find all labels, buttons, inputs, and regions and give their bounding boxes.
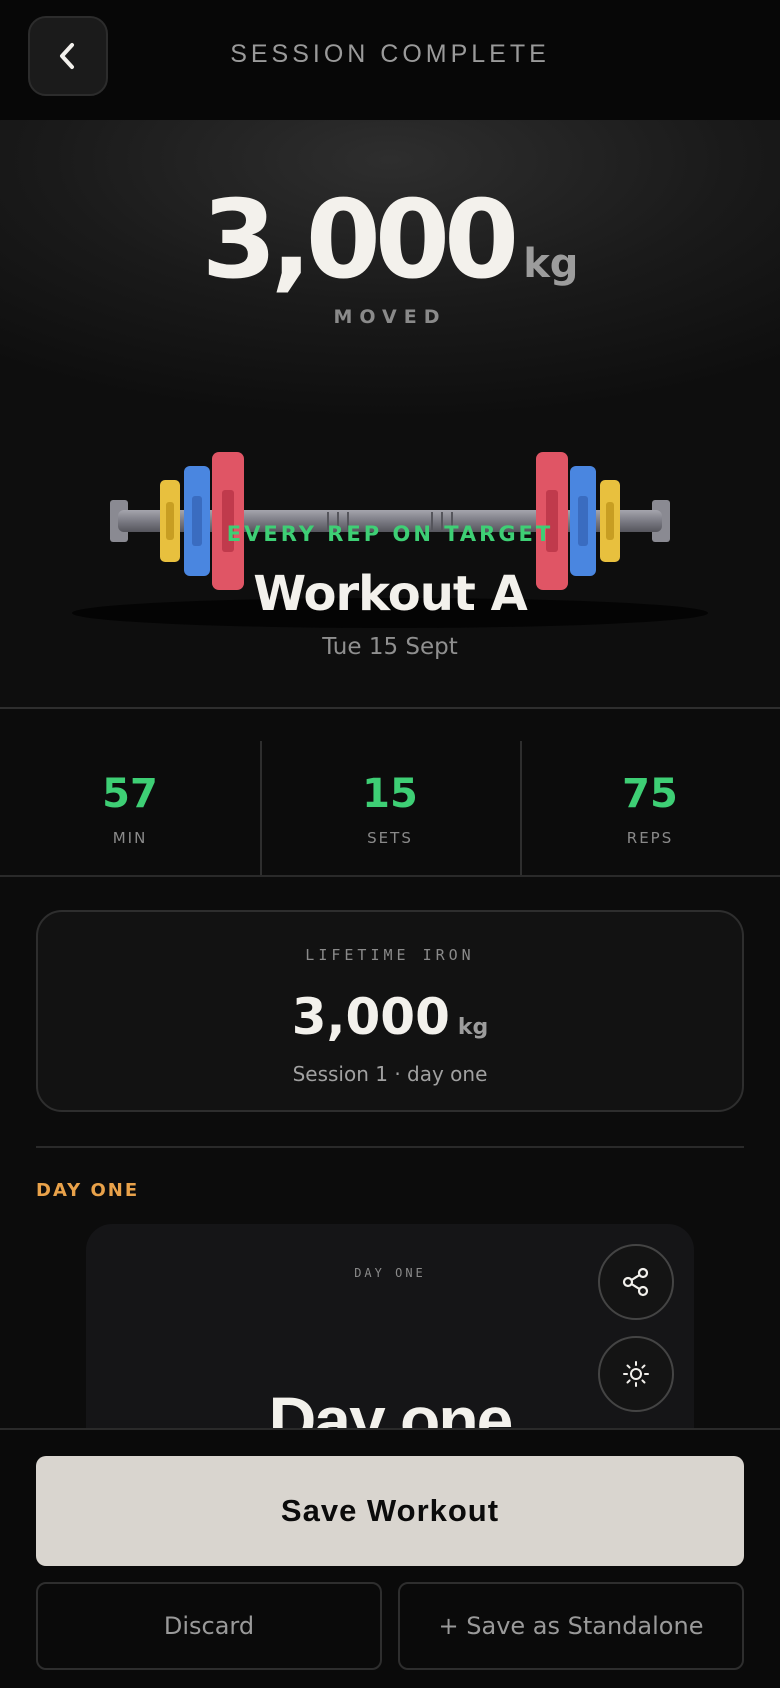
lifetime-value: 3,000 [291,988,450,1046]
sun-icon [623,1361,649,1387]
stats-row: 57 MIN 15 SETS 75 REPS [0,709,780,877]
section-divider [36,1146,744,1148]
stat-label: MIN [112,829,148,847]
share-icon [622,1267,649,1297]
lifetime-subtitle: Session 1 · day one [292,1062,488,1086]
workout-date: Tue 15 Sept [322,634,458,660]
save-standalone-button[interactable]: + Save as Standalone [398,1582,744,1670]
lifetime-label: LIFETIME IRON [305,946,475,964]
theme-button[interactable] [598,1336,674,1412]
stat-value: 75 [622,771,678,817]
page-title: SESSION COMPLETE [230,40,550,68]
stat-value: 15 [362,771,418,817]
top-bar: SESSION COMPLETE [0,0,780,120]
workout-name: Workout A [253,566,527,622]
total-weight: 3,000 kg [0,178,780,303]
stat-minutes: 57 MIN [0,709,260,875]
section-heading: DAY ONE [36,1180,140,1201]
stat-value: 57 [102,771,158,817]
lifetime-unit: kg [457,1015,489,1040]
bottom-action-bar: Save Workout Discard + Save as Standalon… [0,1428,780,1688]
lifetime-card: LIFETIME IRON 3,000 kg Session 1 · day on… [36,910,744,1112]
tagline: EVERY REP ON TARGET [226,522,554,546]
total-weight-value: 3,000 [201,178,520,303]
save-workout-button[interactable]: Save Workout [36,1456,744,1566]
discard-button[interactable]: Discard [36,1582,382,1670]
share-button[interactable] [598,1244,674,1320]
stat-reps: 75 REPS [520,709,780,875]
hero-section: 3,000 kg MOVED EVERY REP ON TARGET Worko… [0,120,780,709]
stat-label: REPS [626,829,674,847]
total-weight-label: MOVED [333,306,447,328]
stat-label: SETS [367,829,413,847]
stat-sets: 15 SETS [260,709,520,875]
total-weight-unit: kg [523,241,579,287]
lifetime-total: 3,000 kg [38,988,742,1046]
